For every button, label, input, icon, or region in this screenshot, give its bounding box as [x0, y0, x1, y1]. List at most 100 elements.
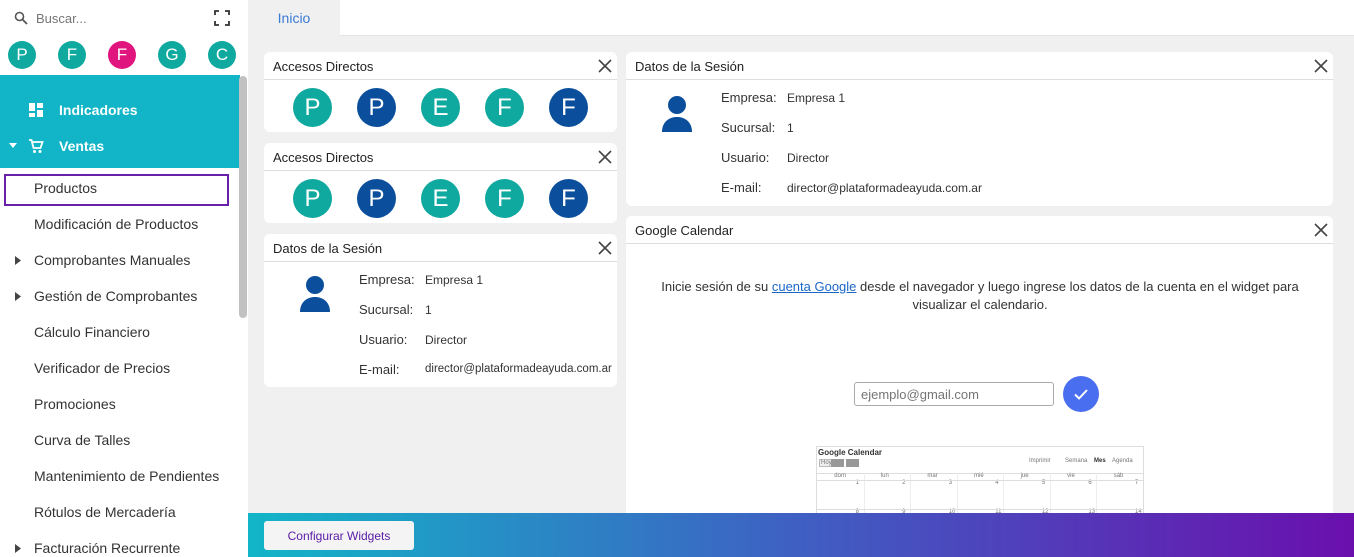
favorite-p[interactable]: P	[8, 41, 36, 69]
submenu-label: Verificador de Precios	[34, 360, 171, 376]
shortcut-f[interactable]: F	[485, 179, 524, 218]
submenu-facturacion-recurrente[interactable]: Facturación Recurrente	[0, 530, 240, 557]
email-value: director@plataformadeayuda.com.ar	[787, 181, 982, 195]
favorite-f[interactable]: F	[58, 41, 86, 69]
preview-next	[846, 459, 859, 467]
shortcut-p[interactable]: P	[293, 88, 332, 127]
configure-widgets-button[interactable]: Configurar Widgets	[264, 521, 414, 550]
menu-ventas[interactable]: Ventas	[0, 128, 240, 164]
chevron-right-icon	[15, 292, 21, 301]
submenu-comprobantes-manuales[interactable]: Comprobantes Manuales	[0, 242, 240, 278]
submenu-label: Comprobantes Manuales	[34, 252, 191, 268]
session-widget: Datos de la Sesión Empresa: Empresa 1 Su…	[264, 234, 617, 387]
favorite-f-pink[interactable]: F	[108, 41, 136, 69]
widget-title: Datos de la Sesión	[635, 59, 745, 74]
menu-indicadores[interactable]: Indicadores	[0, 92, 240, 128]
email-label: E-mail:	[359, 362, 400, 377]
preview-day-label: vie	[1067, 473, 1075, 479]
sucursal-label: Sucursal:	[359, 302, 414, 317]
submenu-modificacion-productos[interactable]: Modificación de Productos	[0, 206, 240, 242]
close-icon[interactable]	[597, 149, 613, 165]
preview-print: Imprimir	[1029, 458, 1051, 464]
submenu-verificador-precios[interactable]: Verificador de Precios	[0, 350, 240, 386]
empresa-label: Empresa:	[359, 272, 415, 287]
preview-grid-line	[1096, 473, 1098, 513]
widget-title: Google Calendar	[635, 223, 734, 238]
search-input[interactable]	[36, 10, 186, 26]
email-label: E-mail:	[721, 180, 762, 195]
preview-day-label: mar	[927, 473, 938, 479]
chevron-right-icon	[15, 256, 21, 265]
submenu-curva-talles[interactable]: Curva de Talles	[0, 422, 240, 458]
preview-grid-line	[910, 473, 912, 513]
submenu-label: Curva de Talles	[34, 432, 131, 448]
sidebar-scrollbar[interactable]	[239, 76, 247, 318]
submenu-label: Productos	[34, 180, 98, 196]
widget-title: Accesos Directos	[273, 59, 374, 74]
shortcut-f[interactable]: F	[485, 88, 524, 127]
favorite-g[interactable]: G	[158, 41, 186, 69]
favorites-row: P F F G C	[0, 36, 248, 76]
sidebar-search	[0, 0, 248, 36]
submenu-label: Gestión de Comprobantes	[34, 288, 198, 304]
sucursal-value: 1	[425, 303, 432, 317]
gmail-input[interactable]	[854, 382, 1054, 406]
widget-title: Accesos Directos	[273, 150, 374, 165]
tab-inicio[interactable]: Inicio	[248, 0, 340, 36]
chevron-down-icon	[9, 143, 17, 148]
sucursal-label: Sucursal:	[721, 120, 776, 135]
submenu-label: Modificación de Productos	[34, 216, 199, 232]
chevron-right-icon	[15, 544, 21, 553]
google-account-link[interactable]: cuenta Google	[772, 279, 857, 294]
preview-day-label: sáb	[1113, 473, 1124, 479]
preview-month: Mes	[1094, 458, 1106, 464]
empresa-label: Empresa:	[721, 90, 777, 105]
dashboard-icon	[29, 103, 43, 117]
shortcut-p-blue[interactable]: P	[357, 179, 396, 218]
ventas-submenu: Productos Modificación de Productos Comp…	[0, 170, 240, 557]
usuario-label: Usuario:	[721, 150, 770, 165]
calendar-preview: Google Calendar Hoy Imprimir Semana Mes …	[816, 446, 1144, 513]
preview-week: Semana	[1065, 458, 1088, 464]
shortcut-e[interactable]: E	[421, 88, 460, 127]
submenu-productos[interactable]: Productos	[0, 170, 240, 206]
shortcuts-widget: Accesos Directos P P E F F	[264, 52, 617, 132]
close-icon[interactable]	[597, 240, 613, 256]
shortcut-e[interactable]: E	[421, 179, 460, 218]
favorite-c[interactable]: C	[208, 41, 236, 69]
fullscreen-icon[interactable]	[214, 10, 230, 26]
cart-icon	[29, 139, 44, 153]
user-avatar-icon	[300, 276, 330, 312]
tab-bar: Inicio	[248, 0, 1354, 36]
preview-prev	[831, 459, 844, 467]
shortcut-p-blue[interactable]: P	[357, 88, 396, 127]
shortcut-f-blue[interactable]: F	[549, 179, 588, 218]
submenu-label: Rótulos de Mercadería	[34, 504, 176, 520]
shortcut-p[interactable]: P	[293, 179, 332, 218]
submenu-promociones[interactable]: Promociones	[0, 386, 240, 422]
close-icon[interactable]	[1313, 222, 1329, 238]
main-scroll-track[interactable]	[1346, 36, 1354, 513]
check-icon	[1074, 389, 1088, 400]
email-value: director@plataformadeayuda.com.ar	[425, 363, 612, 375]
google-calendar-widget: Google Calendar Inicie sesión de su cuen…	[626, 216, 1333, 513]
preview-grid-line	[1003, 473, 1005, 513]
preview-grid-line	[863, 473, 865, 513]
preview-day-label: lun	[880, 473, 889, 479]
shortcut-f-blue[interactable]: F	[549, 88, 588, 127]
submenu-rotulos-mercaderia[interactable]: Rótulos de Mercadería	[0, 494, 240, 530]
close-icon[interactable]	[597, 58, 613, 74]
confirm-button[interactable]	[1063, 376, 1099, 412]
submenu-label: Facturación Recurrente	[34, 540, 181, 556]
usuario-value: Director	[787, 151, 830, 165]
submenu-mantenimiento-pendientes[interactable]: Mantenimiento de Pendientes	[0, 458, 240, 494]
usuario-label: Usuario:	[359, 332, 408, 347]
submenu-calculo-financiero[interactable]: Cálculo Financiero	[0, 314, 240, 350]
submenu-gestion-comprobantes[interactable]: Gestión de Comprobantes	[0, 278, 240, 314]
widget-title: Datos de la Sesión	[273, 241, 383, 256]
menu-indicadores-label: Indicadores	[59, 102, 138, 118]
preview-day-label: mié	[974, 473, 984, 479]
user-avatar-icon	[662, 96, 692, 132]
preview-agenda: Agenda	[1112, 458, 1133, 464]
close-icon[interactable]	[1313, 58, 1329, 74]
